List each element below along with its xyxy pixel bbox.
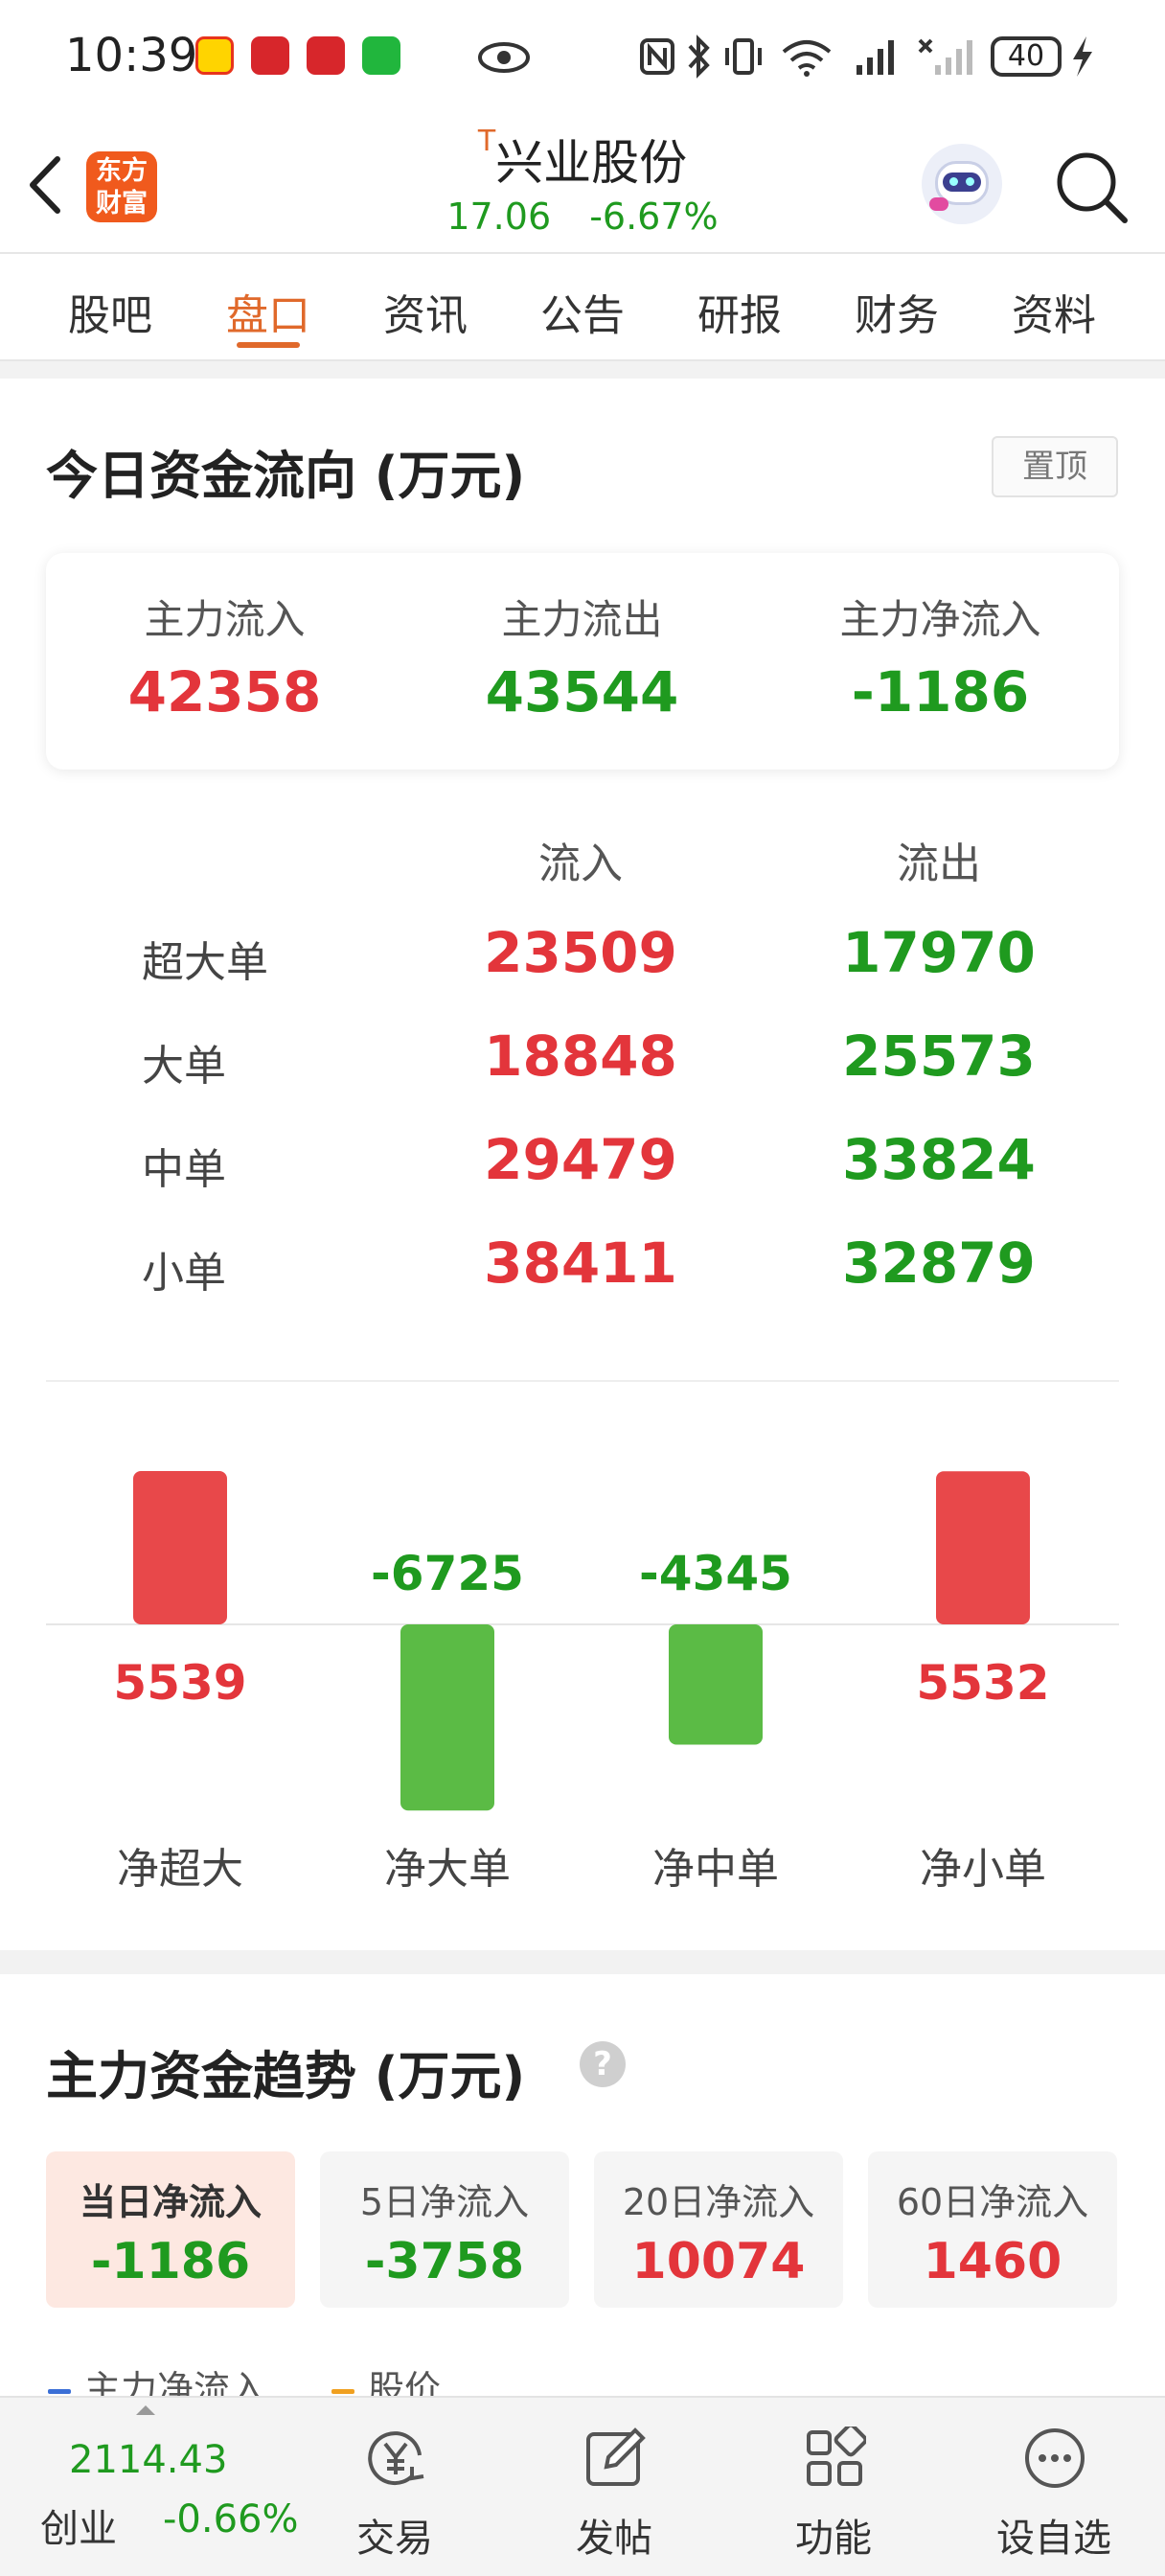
news-app-icon <box>251 36 289 75</box>
weibo-app-icon <box>195 36 234 75</box>
tab-news[interactable]: 资讯 <box>383 281 468 342</box>
bar-net-medium <box>669 1624 763 1745</box>
divider <box>46 1380 1119 1382</box>
bottom-nav: 2114.43 创业 -0.66% 交易 发帖 功能 设自选 <box>0 2396 1165 2576</box>
nav-functions-button[interactable]: 功能 <box>738 2398 929 2576</box>
nav-add-watchlist-button[interactable]: 设自选 <box>958 2398 1150 2576</box>
large-inflow: 18848 <box>484 1024 677 1089</box>
row-label-super-large: 超大单 <box>142 938 268 987</box>
bar-net-super-large <box>133 1471 227 1624</box>
stock-app-icon <box>307 36 345 75</box>
signal-icon <box>857 40 894 75</box>
category-label-net-super-large: 净超大 <box>117 1845 243 1894</box>
column-header-outflow: 流出 <box>897 840 981 888</box>
category-label-net-large: 净大单 <box>384 1845 511 1894</box>
legend-swatch-orange <box>331 2389 354 2394</box>
more-circle-icon <box>1025 2428 1085 2488</box>
wechat-icon <box>362 36 400 75</box>
fund-flow-title: 今日资金流向 (万元) <box>46 446 526 506</box>
index-ticker[interactable]: 2114.43 创业 -0.66% <box>0 2398 299 2576</box>
value-label-net-medium: -4345 <box>639 1546 792 1601</box>
edit-icon <box>586 2427 646 2486</box>
row-label-small: 小单 <box>142 1249 226 1298</box>
row-label-medium: 中单 <box>142 1145 226 1194</box>
category-label-net-small: 净小单 <box>920 1845 1046 1894</box>
fund-flow-card: 今日资金流向 (万元) 置顶 主力流入 42358 主力流出 43544 主力净… <box>0 379 1165 1950</box>
medium-inflow: 29479 <box>484 1127 677 1192</box>
value-label-net-large: -6725 <box>371 1546 524 1601</box>
medium-outflow: 33824 <box>842 1127 1036 1192</box>
period-60day-net[interactable]: 60日净流入 1460 <box>868 2151 1117 2308</box>
search-icon[interactable] <box>1054 150 1131 226</box>
tab-research[interactable]: 研报 <box>697 281 782 342</box>
main-force-trend-card: 主力资金趋势 (万元) ? 当日净流入 -1186 5日净流入 -3758 20… <box>0 1974 1165 2410</box>
legend-swatch-blue <box>48 2389 71 2394</box>
pin-top-button[interactable]: 置顶 <box>992 436 1118 497</box>
stock-change: -6.67% <box>589 196 719 238</box>
main-force-summary: 主力流入 42358 主力流出 43544 主力净流入 -1186 <box>46 553 1119 770</box>
tab-pankou[interactable]: 盘口 <box>226 281 310 342</box>
nfc-icon <box>640 38 674 75</box>
tab-active-indicator <box>237 342 300 348</box>
stock-tag: T <box>477 125 496 158</box>
eye-icon <box>478 42 530 73</box>
small-inflow: 38411 <box>484 1230 677 1296</box>
tab-profile[interactable]: 资料 <box>1012 281 1096 342</box>
wifi-icon <box>782 40 832 77</box>
assistant-avatar[interactable] <box>922 144 1002 224</box>
tab-bar: 股吧 盘口 资讯 公告 研报 财务 资料 <box>0 254 1165 361</box>
small-outflow: 32879 <box>842 1230 1036 1296</box>
period-5day-net[interactable]: 5日净流入 -3758 <box>320 2151 569 2308</box>
bar-net-large <box>400 1624 494 1811</box>
period-20day-net[interactable]: 20日净流入 10074 <box>594 2151 843 2308</box>
large-outflow: 25573 <box>842 1024 1036 1089</box>
row-label-large: 大单 <box>142 1042 226 1091</box>
value-label-net-super-large: 5539 <box>113 1655 246 1711</box>
stock-header: 东方 财富 T兴业股份 17.06 -6.67% <box>0 115 1165 254</box>
triangle-up-icon <box>136 2405 155 2415</box>
help-icon[interactable]: ? <box>580 2041 626 2087</box>
summary-main-outflow: 主力流出 43544 <box>485 596 679 724</box>
yen-refresh-icon <box>368 2431 424 2486</box>
tab-guba[interactable]: 股吧 <box>68 281 152 342</box>
tab-announcements[interactable]: 公告 <box>540 281 625 342</box>
status-bar: 10:39 40 <box>0 0 1165 115</box>
category-label-net-medium: 净中单 <box>652 1845 779 1894</box>
nav-post-button[interactable]: 发帖 <box>518 2398 710 2576</box>
stock-name: 兴业股份 <box>495 135 688 191</box>
period-today-net[interactable]: 当日净流入 -1186 <box>46 2151 295 2308</box>
signal-no-service-icon <box>918 38 972 75</box>
nav-trade-button[interactable]: 交易 <box>299 2398 491 2576</box>
column-header-inflow: 流入 <box>538 840 623 888</box>
index-change: -0.66% <box>163 2497 299 2542</box>
vibrate-icon <box>725 38 762 75</box>
charging-icon <box>1073 36 1092 77</box>
tab-finance[interactable]: 财务 <box>855 281 939 342</box>
grid-icon <box>807 2426 866 2486</box>
status-time: 10:39 <box>65 29 198 82</box>
net-flow-bar-chart: 5539 净超大 -6725 净大单 -4345 净中单 5532 净小单 <box>46 1471 1119 1894</box>
bar-net-small <box>936 1471 1030 1624</box>
trend-title: 主力资金趋势 (万元) <box>46 2046 526 2106</box>
index-name: 创业 <box>40 2507 117 2551</box>
summary-main-inflow: 主力流入 42358 <box>127 596 322 724</box>
super-large-inflow: 23509 <box>484 920 677 985</box>
index-value: 2114.43 <box>69 2438 228 2482</box>
summary-main-net-inflow: 主力净流入 -1186 <box>839 596 1041 724</box>
battery-icon: 40 <box>991 36 1062 77</box>
bluetooth-icon <box>688 34 710 79</box>
super-large-outflow: 17970 <box>842 920 1036 985</box>
stock-price: 17.06 <box>446 196 552 238</box>
value-label-net-small: 5532 <box>916 1655 1049 1711</box>
